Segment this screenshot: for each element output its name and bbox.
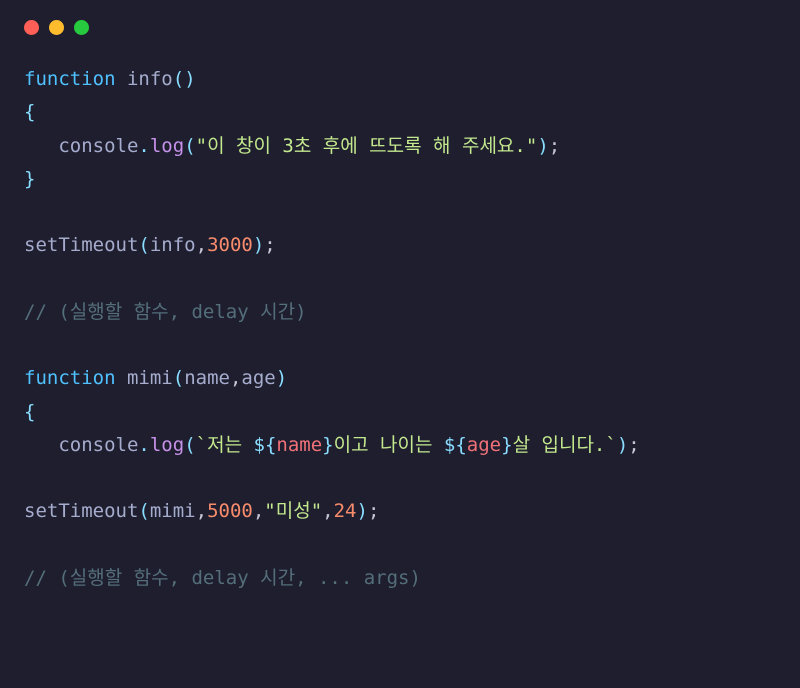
function-name-mimi: mimi <box>127 367 173 389</box>
indent <box>24 434 58 456</box>
template-interp-open: ${ <box>444 434 467 456</box>
dot-operator: . <box>138 135 149 157</box>
template-string: 이고 나이는 <box>334 434 444 456</box>
function-name-info: info <box>127 68 173 90</box>
paren: ) <box>184 68 195 90</box>
template-interp-open: ${ <box>254 434 277 456</box>
comma: , <box>230 367 241 389</box>
semicolon: ; <box>628 434 639 456</box>
method-log: log <box>150 434 184 456</box>
comma: , <box>322 500 333 522</box>
comma: , <box>196 500 207 522</box>
function-call-settimeout: setTimeout <box>24 234 138 256</box>
paren: ) <box>537 135 548 157</box>
template-var-age: age <box>467 434 501 456</box>
maximize-icon[interactable] <box>74 20 89 35</box>
number-literal: 24 <box>334 500 357 522</box>
indent <box>24 135 58 157</box>
paren: ) <box>253 234 264 256</box>
template-interp-close: } <box>322 434 333 456</box>
comment-line: // (실행할 함수, delay 시간) <box>24 301 307 323</box>
paren: ( <box>173 367 184 389</box>
code-window: function info() { console.log("이 창이 3초 후… <box>0 0 800 688</box>
brace: { <box>24 401 35 423</box>
semicolon: ; <box>264 234 275 256</box>
paren: ( <box>173 68 184 90</box>
paren: ( <box>184 135 195 157</box>
template-interp-close: } <box>501 434 512 456</box>
number-literal: 3000 <box>207 234 253 256</box>
template-string: 저는 <box>207 434 253 456</box>
paren: ) <box>357 500 368 522</box>
template-backtick: ` <box>196 434 207 456</box>
number-literal: 5000 <box>207 500 253 522</box>
template-var-name: name <box>276 434 322 456</box>
comma: , <box>253 500 264 522</box>
code-content: function info() { console.log("이 창이 3초 후… <box>24 63 776 595</box>
dot-operator: . <box>138 434 149 456</box>
string-literal: 미성 <box>276 500 311 522</box>
comma: , <box>196 234 207 256</box>
paren: ) <box>276 367 287 389</box>
identifier-console: console <box>58 434 138 456</box>
paren: ( <box>184 434 195 456</box>
close-icon[interactable] <box>24 20 39 35</box>
comment-line: // (실행할 함수, delay 시간, ... args) <box>24 567 421 589</box>
keyword-function: function <box>24 68 116 90</box>
argument-mimi: mimi <box>150 500 196 522</box>
param-age: age <box>241 367 275 389</box>
argument-info: info <box>150 234 196 256</box>
template-string: 살 입니다. <box>513 434 606 456</box>
paren: ( <box>138 234 149 256</box>
keyword-function: function <box>24 367 116 389</box>
template-backtick: ` <box>605 434 616 456</box>
semicolon: ; <box>368 500 379 522</box>
window-titlebar <box>24 20 776 35</box>
param-name: name <box>184 367 230 389</box>
string-quote: " <box>264 500 275 522</box>
method-log: log <box>150 135 184 157</box>
brace: } <box>24 168 35 190</box>
paren: ) <box>617 434 628 456</box>
string-quote: " <box>311 500 322 522</box>
brace: { <box>24 101 35 123</box>
paren: ( <box>138 500 149 522</box>
string-quote: " <box>196 135 207 157</box>
string-quote: " <box>526 135 537 157</box>
minimize-icon[interactable] <box>49 20 64 35</box>
string-literal: 이 창이 3초 후에 뜨도록 해 주세요. <box>207 135 526 157</box>
identifier-console: console <box>58 135 138 157</box>
semicolon: ; <box>549 135 560 157</box>
function-call-settimeout: setTimeout <box>24 500 138 522</box>
